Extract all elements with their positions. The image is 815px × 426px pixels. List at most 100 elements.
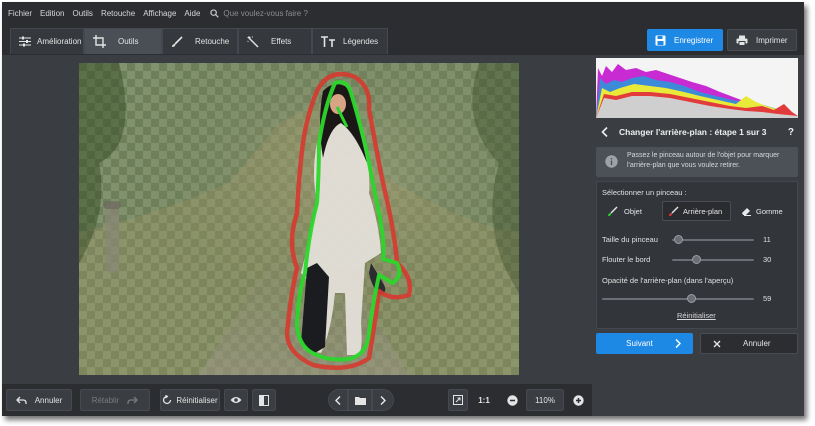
floppy-disk-icon [655, 35, 666, 45]
actual-size-button[interactable]: 1:1 [474, 389, 494, 411]
menu-outils[interactable]: Outils [72, 9, 92, 18]
step-title: Changer l'arrière-plan : étape 1 sur 3 [619, 127, 767, 137]
open-folder-button[interactable] [348, 389, 372, 411]
eye-icon [230, 397, 242, 403]
eraser-label: Gomme [756, 206, 783, 216]
photo-canvas[interactable] [79, 63, 519, 375]
magic-wand-icon [247, 35, 259, 48]
undo-button[interactable]: Annuler [6, 389, 72, 411]
chevron-right-icon [675, 339, 681, 348]
tab-outils[interactable]: Outils [84, 28, 162, 54]
info-icon [605, 155, 618, 168]
search-icon [210, 8, 220, 18]
tab-label: Retouche [195, 37, 230, 46]
red-brush-icon [669, 206, 679, 216]
menu-affichage[interactable]: Affichage [143, 9, 176, 18]
undo-label: Annuler [34, 395, 63, 405]
background-brush-label: Arrière-plan [683, 206, 723, 216]
actual-size-label: 1:1 [478, 395, 490, 405]
preview-toggle-button[interactable] [224, 389, 248, 411]
brush-size-handle[interactable] [674, 235, 684, 244]
eraser-icon [742, 208, 751, 216]
close-icon [713, 340, 721, 347]
step-header: Changer l'arrière-plan : étape 1 sur 3 ? [592, 123, 804, 141]
next-image-button[interactable] [372, 389, 394, 411]
text-icon [321, 36, 335, 47]
brush-size-value: 11 [763, 235, 771, 244]
crop-icon [93, 35, 106, 48]
save-button[interactable]: Enregistrer [647, 29, 723, 51]
chevron-left-icon [335, 395, 341, 405]
brush-heading: Sélectionner un pinceau : [602, 188, 687, 197]
cancel-label: Annuler [743, 339, 771, 348]
edited-photo [79, 63, 519, 375]
back-chevron-icon[interactable] [601, 127, 608, 137]
brush-icon [172, 35, 183, 47]
tab-amelioration[interactable]: Amélioration [10, 28, 84, 54]
feather-label: Flouter le bord [602, 255, 651, 264]
previous-image-button[interactable] [328, 389, 348, 411]
opacity-value: 59 [763, 294, 772, 303]
object-brush-label: Objet [624, 206, 642, 216]
tab-legendes[interactable]: Légendes [312, 28, 388, 54]
feather-slider[interactable] [672, 259, 754, 261]
feather-value: 30 [763, 255, 772, 264]
tab-label: Effets [271, 37, 292, 46]
opacity-label: Opacité de l'arrière-plan (dans l'aperçu… [602, 276, 734, 285]
print-button[interactable]: Imprimer [727, 29, 797, 51]
reset-icon [163, 395, 172, 405]
sliders-icon [19, 36, 31, 47]
zoom-level-field[interactable]: 110% [526, 389, 564, 411]
app-window: Fichier Edition Outils Retouche Affichag… [2, 2, 804, 416]
reset-image-button[interactable]: Réinitialiser [160, 389, 220, 411]
info-text: Passez le pinceau autour de l'objet pour… [627, 152, 780, 169]
undo-icon [15, 396, 27, 404]
print-label: Imprimer [756, 35, 788, 45]
info-box: Passez le pinceau autour de l'objet pour… [596, 147, 798, 177]
menu-edition[interactable]: Edition [40, 9, 64, 18]
background-brush-button[interactable]: Arrière-plan [662, 201, 731, 221]
tab-label: Outils [118, 37, 139, 46]
tab-effets[interactable]: Effets [238, 28, 312, 54]
help-button[interactable]: ? [788, 127, 794, 138]
tab-retouche[interactable]: Retouche [162, 28, 238, 54]
folder-icon [354, 396, 366, 405]
menu-bar: Fichier Edition Outils Retouche Affichag… [2, 2, 804, 24]
next-button[interactable]: Suivant [596, 333, 693, 354]
chevron-right-icon [380, 395, 386, 405]
redo-button[interactable]: Rétablir [80, 389, 150, 411]
fit-to-screen-button[interactable] [448, 389, 468, 411]
compare-icon [259, 394, 269, 406]
object-brush-button[interactable]: Objet [603, 201, 651, 221]
redo-label: Rétablir [91, 395, 120, 405]
green-brush-icon [608, 206, 618, 216]
menu-aide[interactable]: Aide [184, 9, 200, 18]
opacity-handle[interactable] [687, 294, 697, 303]
zoom-in-button[interactable] [568, 389, 588, 411]
search-box[interactable]: Que voulez-vous faire ? [210, 9, 308, 18]
feather-handle[interactable] [692, 255, 702, 264]
brush-size-label: Taille du pinceau [602, 235, 658, 244]
background-change-panel: Changer l'arrière-plan : étape 1 sur 3 ?… [592, 55, 804, 416]
cancel-button[interactable]: Annuler [700, 333, 798, 354]
zoom-level-value: 110% [535, 395, 555, 405]
compare-button[interactable] [252, 389, 276, 411]
reset-label: Réinitialiser [176, 395, 218, 405]
bottom-bar: Annuler Rétablir Réinitialiser 1:1 110% [2, 384, 592, 416]
opacity-slider[interactable] [602, 298, 754, 300]
save-label: Enregistrer [674, 35, 714, 45]
main-toolbar: Amélioration Outils Retouche Effets Lége… [2, 24, 804, 55]
brush-settings: Sélectionner un pinceau : Objet Arrière-… [596, 181, 798, 329]
brush-size-slider[interactable] [672, 239, 754, 241]
menu-retouche[interactable]: Retouche [101, 9, 135, 18]
reset-settings-link[interactable]: Réinitialiser [677, 311, 716, 320]
fit-screen-icon [453, 395, 463, 405]
zoom-out-button[interactable] [502, 389, 522, 411]
eraser-button[interactable]: Gomme [737, 201, 793, 221]
search-placeholder: Que voulez-vous faire ? [223, 8, 308, 18]
menu-fichier[interactable]: Fichier [8, 9, 32, 18]
redo-icon [127, 396, 139, 404]
zoom-out-icon [506, 394, 518, 406]
printer-icon [736, 35, 748, 46]
next-label: Suivant [626, 339, 653, 348]
